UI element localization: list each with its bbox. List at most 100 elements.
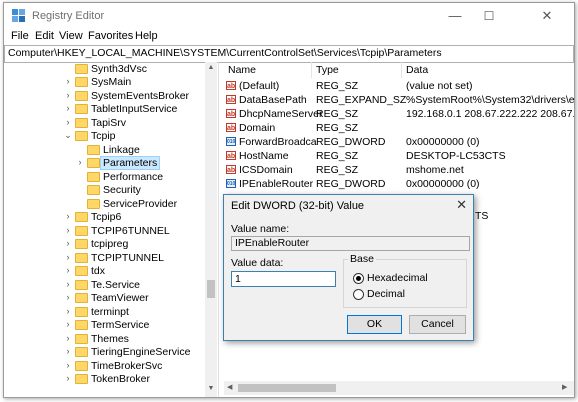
folder-icon	[75, 280, 88, 290]
scrollbar-thumb[interactable]	[207, 280, 215, 298]
cancel-button[interactable]: Cancel	[409, 315, 466, 334]
menu-bar: File Edit View Favorites Help	[4, 29, 574, 45]
scrollbar-thumb[interactable]	[238, 384, 336, 392]
column-header-type[interactable]: Type	[312, 62, 402, 78]
tree-item-label: terminpt	[91, 306, 129, 318]
expand-chevron-icon[interactable]: ›	[64, 225, 72, 235]
scroll-down-arrow-icon[interactable]: ▼	[205, 385, 217, 392]
value-type: REG_SZ	[316, 164, 359, 176]
expand-chevron-icon[interactable]: ›	[64, 103, 72, 113]
value-name: ForwardBroadca	[239, 136, 317, 148]
dialog-close-icon[interactable]: ✕	[456, 197, 467, 213]
expand-chevron-icon[interactable]: ›	[64, 360, 72, 370]
value-row[interactable]: ab ICSDomain REG_SZ mshome.net	[224, 163, 574, 177]
expand-chevron-icon[interactable]: ›	[64, 306, 72, 316]
folder-icon	[75, 307, 88, 317]
folder-icon	[87, 199, 100, 209]
menu-favorites[interactable]: Favorites	[88, 30, 133, 42]
value-data: %SystemRoot%\System32\drivers\etc	[406, 94, 575, 106]
expand-chevron-icon[interactable]: ›	[64, 252, 72, 262]
expand-chevron-icon[interactable]: ›	[64, 265, 72, 275]
binary-value-icon: 010	[226, 137, 236, 146]
tree-item-label: TimeBrokerSvc	[91, 360, 163, 372]
expand-chevron-icon[interactable]: ›	[64, 279, 72, 289]
expand-chevron-icon[interactable]: ›	[64, 117, 72, 127]
scroll-right-arrow-icon[interactable]: ▶	[562, 383, 567, 391]
maximize-button[interactable]: ☐	[472, 3, 506, 29]
value-type: REG_SZ	[316, 108, 359, 120]
decimal-label[interactable]: Decimal	[367, 288, 405, 300]
value-row[interactable]: ab Domain REG_SZ	[224, 121, 574, 135]
hexadecimal-label[interactable]: Hexadecimal	[367, 272, 428, 284]
value-type: REG_SZ	[316, 122, 359, 134]
folder-icon	[87, 145, 100, 155]
value-row[interactable]: 010 IPEnableRouter REG_DWORD 0x00000000 (0)	[224, 177, 574, 191]
address-text: Computer\HKEY_LOCAL_MACHINE\SYSTEM\Curre…	[8, 47, 442, 59]
folder-icon	[75, 239, 88, 249]
menu-file[interactable]: File	[11, 30, 29, 42]
tree-item-label: TabletInputService	[91, 103, 178, 115]
value-data: mshome.net	[406, 164, 464, 176]
hexadecimal-radio[interactable]	[353, 273, 364, 284]
value-name: ICSDomain	[239, 164, 293, 176]
value-name: DataBasePath	[239, 94, 307, 106]
tree-item-label: SystemEventsBroker	[91, 90, 190, 102]
folder-icon	[75, 266, 88, 276]
expand-chevron-icon[interactable]: ›	[64, 373, 72, 383]
scroll-up-arrow-icon[interactable]: ▲	[205, 64, 217, 71]
tree-item-label: Tcpip	[91, 130, 116, 142]
decimal-radio[interactable]	[353, 289, 364, 300]
column-header-name[interactable]: Name	[224, 62, 312, 78]
minimize-button[interactable]: —	[438, 3, 472, 29]
value-data: DESKTOP-LC53CTS	[406, 150, 506, 162]
expand-chevron-icon[interactable]: ›	[64, 333, 72, 343]
value-type: REG_EXPAND_SZ	[316, 94, 407, 106]
value-name: Domain	[239, 122, 276, 134]
column-header-data[interactable]: Data	[402, 62, 574, 78]
value-data: 0x00000000 (0)	[406, 178, 480, 190]
expand-chevron-icon[interactable]: ›	[64, 76, 72, 86]
expand-chevron-icon[interactable]: ›	[64, 211, 72, 221]
folder-icon	[75, 91, 88, 101]
value-row[interactable]: ab (Default) REG_SZ (value not set)	[224, 79, 574, 93]
expand-chevron-icon[interactable]: ›	[64, 90, 72, 100]
tree-item-label: SysMain	[91, 76, 132, 88]
menu-edit[interactable]: Edit	[35, 30, 54, 42]
registry-tree: Synth3dVsc › SysMain › SystemEventsBroker …	[4, 62, 219, 397]
value-data: 192.168.0.1 208.67.222.222 208.67.220.22…	[406, 108, 575, 120]
expand-chevron-icon[interactable]: ›	[64, 292, 72, 302]
expand-chevron-icon[interactable]: ›	[64, 346, 72, 356]
address-bar[interactable]: Computer\HKEY_LOCAL_MACHINE\SYSTEM\Curre…	[4, 45, 574, 63]
folder-icon	[75, 361, 88, 371]
tree-item-label: Linkage	[103, 144, 140, 156]
value-name: DhcpNameServer	[239, 108, 323, 120]
folder-icon	[75, 104, 88, 114]
expand-chevron-icon[interactable]: ›	[64, 319, 72, 329]
value-data: (value not set)	[406, 80, 473, 92]
value-row[interactable]: ab DataBasePath REG_EXPAND_SZ %SystemRoot%\…	[224, 93, 574, 107]
title-bar[interactable]: Registry Editor — ☐ ✕	[4, 3, 574, 29]
values-horizontal-scrollbar[interactable]: ◀ ▶	[224, 381, 574, 395]
value-row[interactable]: ab DhcpNameServer REG_SZ 192.168.0.1 208.67…	[224, 107, 574, 121]
tree-item-label: TCPIP6TUNNEL	[91, 225, 170, 237]
value-data-input[interactable]: 1	[231, 271, 336, 287]
expand-chevron-icon[interactable]: ›	[64, 238, 72, 248]
tree-vertical-scrollbar[interactable]: ▲ ▼	[205, 62, 217, 397]
collapse-chevron-icon[interactable]: ⌄	[64, 130, 72, 141]
value-row[interactable]: ab HostName REG_SZ DESKTOP-LC53CTS	[224, 149, 574, 163]
close-button[interactable]: ✕	[530, 3, 564, 29]
menu-help[interactable]: Help	[135, 30, 158, 42]
string-value-icon: ab	[226, 123, 236, 132]
folder-icon	[75, 226, 88, 236]
tree-item-label: TermService	[91, 319, 150, 331]
tree-item-label: TeamViewer	[91, 292, 149, 304]
value-type: REG_DWORD	[316, 136, 386, 148]
value-name: HostName	[239, 150, 289, 162]
edit-dword-dialog: Edit DWORD (32-bit) Value ✕ Value name: …	[223, 194, 474, 341]
scroll-left-arrow-icon[interactable]: ◀	[227, 383, 232, 391]
value-row[interactable]: 010 ForwardBroadca REG_DWORD 0x00000000 (0)	[224, 135, 574, 149]
menu-view[interactable]: View	[59, 30, 83, 42]
expand-chevron-icon[interactable]: ›	[76, 157, 84, 167]
tree-item-label: TokenBroker	[91, 373, 150, 385]
ok-button[interactable]: OK	[347, 315, 402, 334]
